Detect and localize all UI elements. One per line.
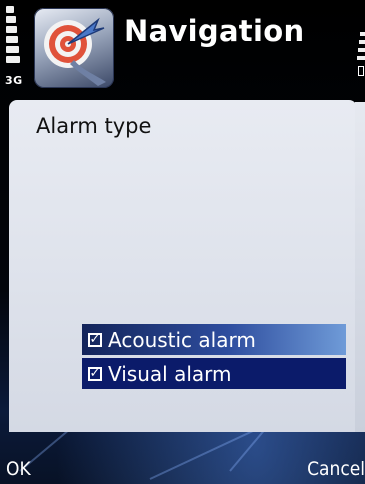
list-item-acoustic-alarm[interactable]: ✓ Acoustic alarm <box>82 324 346 355</box>
ok-softkey[interactable]: OK <box>6 458 31 480</box>
navigation-target-icon <box>34 8 114 88</box>
checkbox-checked-icon[interactable]: ✓ <box>88 332 102 347</box>
signal-strength-icon <box>6 6 20 74</box>
list-item-visual-alarm[interactable]: ✓ Visual alarm <box>82 358 346 389</box>
network-type-label: 3G <box>5 74 23 87</box>
cancel-softkey[interactable]: Cancel <box>307 458 365 480</box>
checkbox-checked-icon[interactable]: ✓ <box>88 366 102 381</box>
list-item-label: Acoustic alarm <box>108 327 256 352</box>
list-item-label: Visual alarm <box>108 361 232 386</box>
battery-icon <box>358 66 364 76</box>
dialog-heading: Alarm type <box>36 114 152 138</box>
app-title: Navigation <box>124 14 305 48</box>
phone-screen: 3G Navigation Alarm type ✓ Acoustic alar… <box>0 0 365 484</box>
alarm-type-list: ✓ Acoustic alarm ✓ Visual alarm <box>82 324 346 392</box>
dialog-edge <box>355 102 365 432</box>
